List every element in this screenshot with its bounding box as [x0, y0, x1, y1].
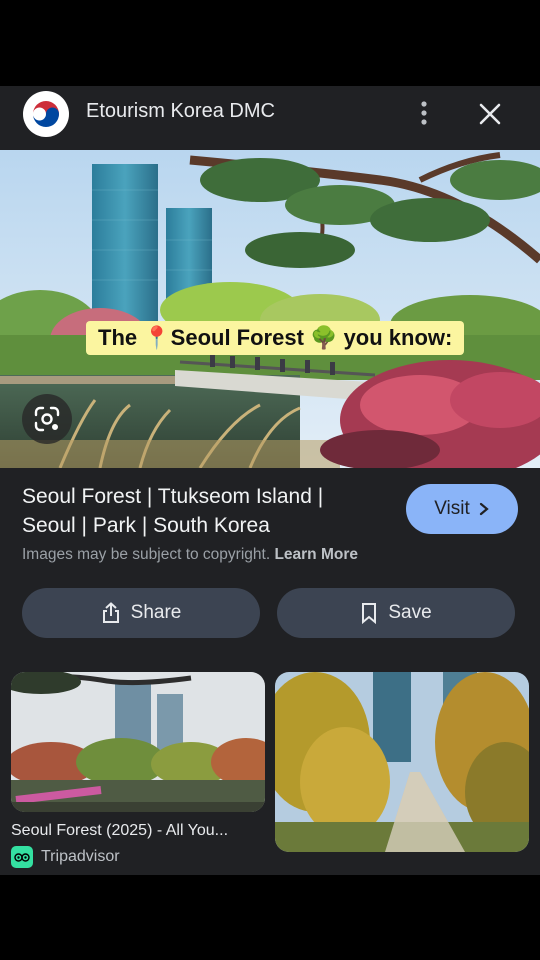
pin-icon: 📍: [143, 325, 171, 350]
source-name: Tripadvisor: [41, 848, 120, 865]
site-name[interactable]: Etourism Korea DMC: [86, 100, 275, 123]
result-sheet: Etourism Korea DMC The 📍Seoul Forest 🌳 y…: [0, 86, 540, 875]
save-label: Save: [388, 602, 432, 623]
caption-suffix: you know:: [343, 325, 453, 350]
tripadvisor-icon: [11, 846, 33, 868]
related-image-1[interactable]: [11, 672, 265, 812]
related-title-1[interactable]: Seoul Forest (2025) - All You...: [11, 822, 228, 840]
caption-prefix: The: [98, 325, 138, 350]
save-button[interactable]: Save: [277, 588, 515, 638]
tree-icon: 🌳: [310, 325, 338, 350]
hero-caption: The 📍Seoul Forest 🌳 you know:: [86, 321, 465, 355]
sheet-header: Etourism Korea DMC: [0, 86, 540, 150]
share-button[interactable]: Share: [22, 588, 260, 638]
more-vert-icon[interactable]: [412, 99, 436, 127]
share-icon: [102, 602, 119, 623]
hero-image[interactable]: The 📍Seoul Forest 🌳 you know:: [0, 150, 540, 468]
share-label: Share: [130, 602, 182, 623]
visit-label: Visit: [434, 498, 470, 519]
bookmark-icon: [362, 603, 377, 624]
taegeuk-logo-icon[interactable]: [23, 91, 69, 137]
related-source-1[interactable]: Tripadvisor: [11, 846, 120, 868]
google-lens-icon[interactable]: [22, 394, 72, 444]
close-icon[interactable]: [476, 100, 504, 128]
related-image-2[interactable]: [275, 672, 529, 852]
learn-more-link[interactable]: Learn More: [274, 546, 358, 563]
result-title[interactable]: Seoul Forest | Ttukseom Island | Seoul |…: [22, 482, 382, 540]
copyright-text: Images may be subject to copyright.: [22, 546, 271, 563]
caption-place: Seoul Forest: [170, 325, 304, 350]
copyright-notice: Images may be subject to copyright. Lear…: [22, 546, 358, 564]
chevron-right-icon: [479, 502, 489, 516]
visit-button[interactable]: Visit: [406, 484, 518, 534]
